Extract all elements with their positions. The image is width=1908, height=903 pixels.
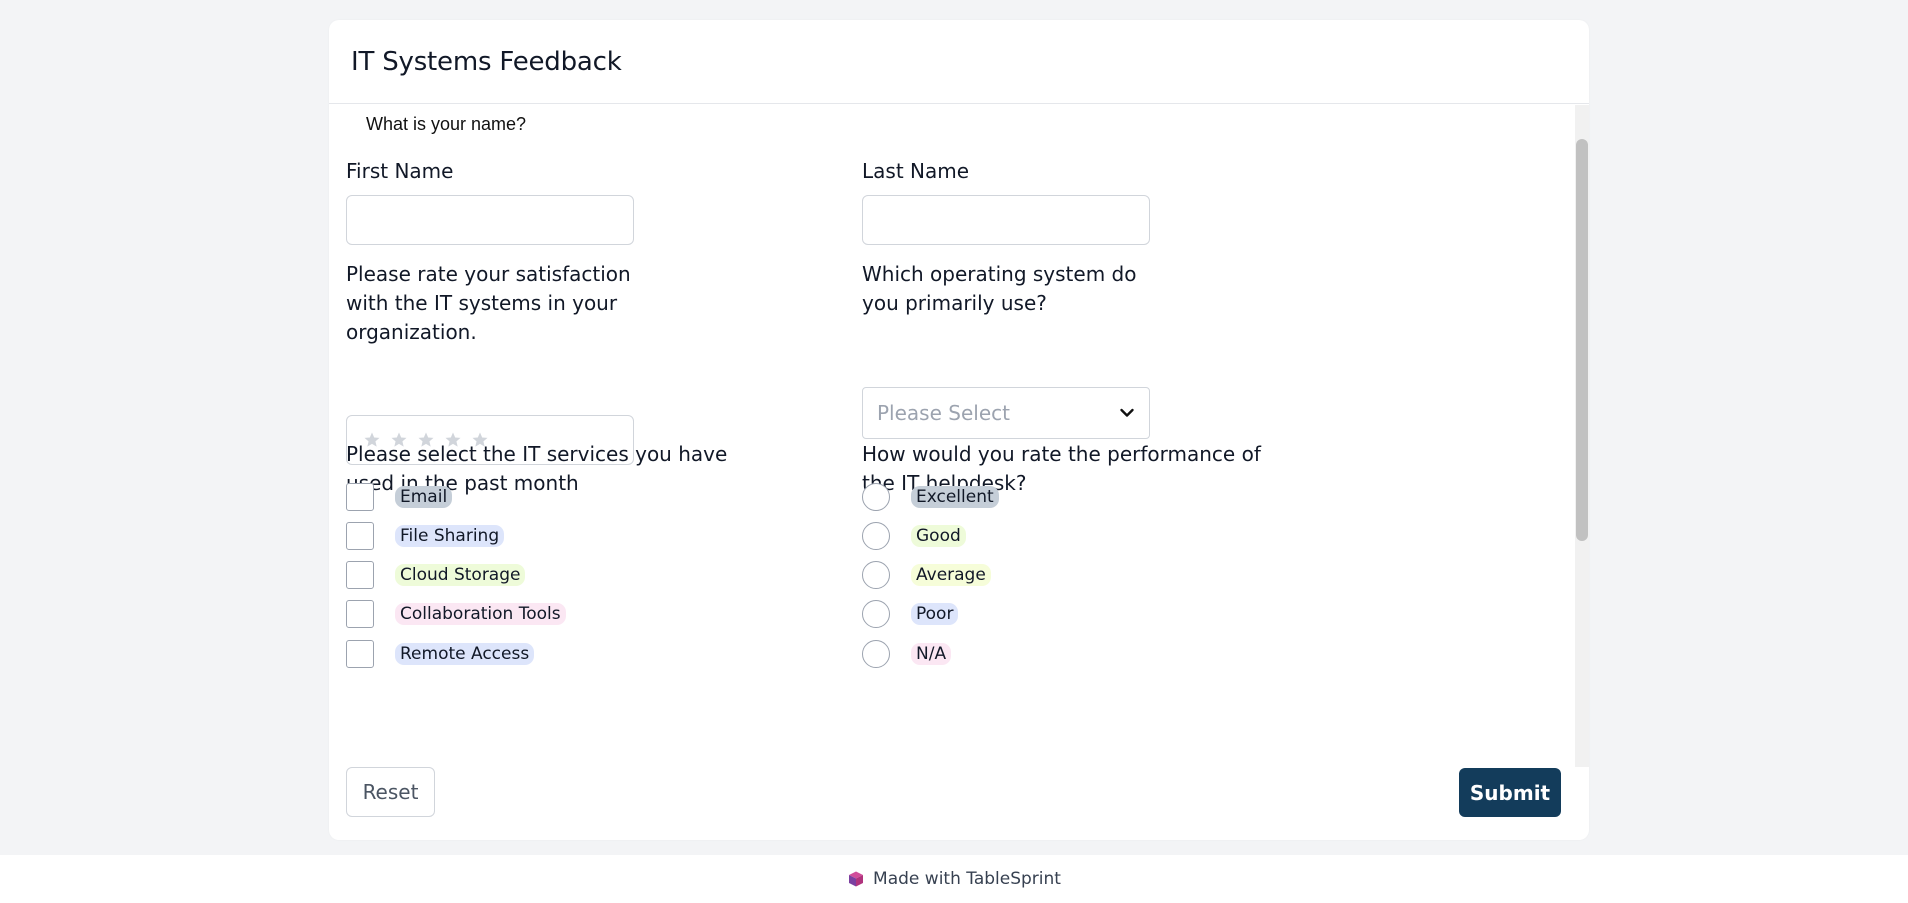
service-option[interactable]: Remote Access	[346, 640, 535, 668]
satisfaction-label-line: organization.	[346, 320, 477, 344]
service-option[interactable]: Collaboration Tools	[346, 600, 566, 628]
helpdesk-option[interactable]: Poor	[862, 600, 959, 628]
checkbox[interactable]	[346, 600, 374, 628]
form-header: IT Systems Feedback	[329, 20, 1589, 104]
last-name-input[interactable]	[862, 195, 1150, 245]
option-label: Collaboration Tools	[395, 603, 566, 625]
os-select-placeholder: Please Select	[877, 401, 1010, 425]
option-label: File Sharing	[395, 525, 505, 547]
option-label: Cloud Storage	[395, 564, 526, 586]
form-body[interactable]: What is your name? First Name Last Name …	[329, 105, 1589, 767]
footer: Made with TableSprint	[0, 855, 1908, 903]
option-label: Remote Access	[395, 643, 535, 665]
radio-button[interactable]	[862, 561, 890, 589]
satisfaction-label-line: with the IT systems in your	[346, 291, 618, 315]
checkbox[interactable]	[346, 640, 374, 668]
footer-text: Made with TableSprint	[873, 869, 1061, 889]
tablesprint-cube-icon	[849, 871, 864, 887]
submit-button[interactable]: Submit	[1459, 768, 1561, 817]
helpdesk-option[interactable]: Average	[862, 561, 991, 589]
checkbox[interactable]	[346, 522, 374, 550]
helpdesk-option[interactable]: Good	[862, 522, 966, 550]
helpdesk-label-line: How would you rate the performance of	[862, 442, 1261, 466]
helpdesk-option[interactable]: N/A	[862, 640, 952, 668]
scrollbar[interactable]	[1575, 105, 1589, 767]
form-card: IT Systems Feedback What is your name? F…	[329, 20, 1589, 840]
os-label-line: you primarily use?	[862, 291, 1047, 315]
first-name-input[interactable]	[346, 195, 634, 245]
os-select[interactable]: Please Select	[862, 387, 1150, 439]
reset-button[interactable]: Reset	[346, 767, 435, 817]
chevron-down-icon	[1120, 408, 1134, 417]
option-label: Good	[911, 525, 966, 547]
checkbox[interactable]	[346, 561, 374, 589]
checkbox[interactable]	[346, 483, 374, 511]
first-name-label: First Name	[346, 159, 454, 183]
satisfaction-label: Please rate your satisfaction with the I…	[346, 260, 631, 347]
option-label: Poor	[911, 603, 959, 625]
service-option[interactable]: Cloud Storage	[346, 561, 526, 589]
services-label-line: Please select the IT services you have	[346, 442, 728, 466]
radio-button[interactable]	[862, 483, 890, 511]
option-label: Excellent	[911, 486, 999, 508]
option-label: Average	[911, 564, 991, 586]
option-label: N/A	[911, 643, 952, 665]
name-question: What is your name?	[366, 114, 527, 134]
os-label-line: Which operating system do	[862, 262, 1137, 286]
satisfaction-label-line: Please rate your satisfaction	[346, 262, 631, 286]
radio-button[interactable]	[862, 522, 890, 550]
scrollbar-thumb[interactable]	[1576, 139, 1588, 541]
os-label: Which operating system do you primarily …	[862, 260, 1136, 318]
form-title: IT Systems Feedback	[351, 46, 622, 77]
last-name-label: Last Name	[862, 159, 970, 183]
helpdesk-option[interactable]: Excellent	[862, 483, 999, 511]
radio-button[interactable]	[862, 600, 890, 628]
radio-button[interactable]	[862, 640, 890, 668]
option-label: Email	[395, 486, 453, 508]
service-option[interactable]: File Sharing	[346, 522, 505, 550]
service-option[interactable]: Email	[346, 483, 453, 511]
